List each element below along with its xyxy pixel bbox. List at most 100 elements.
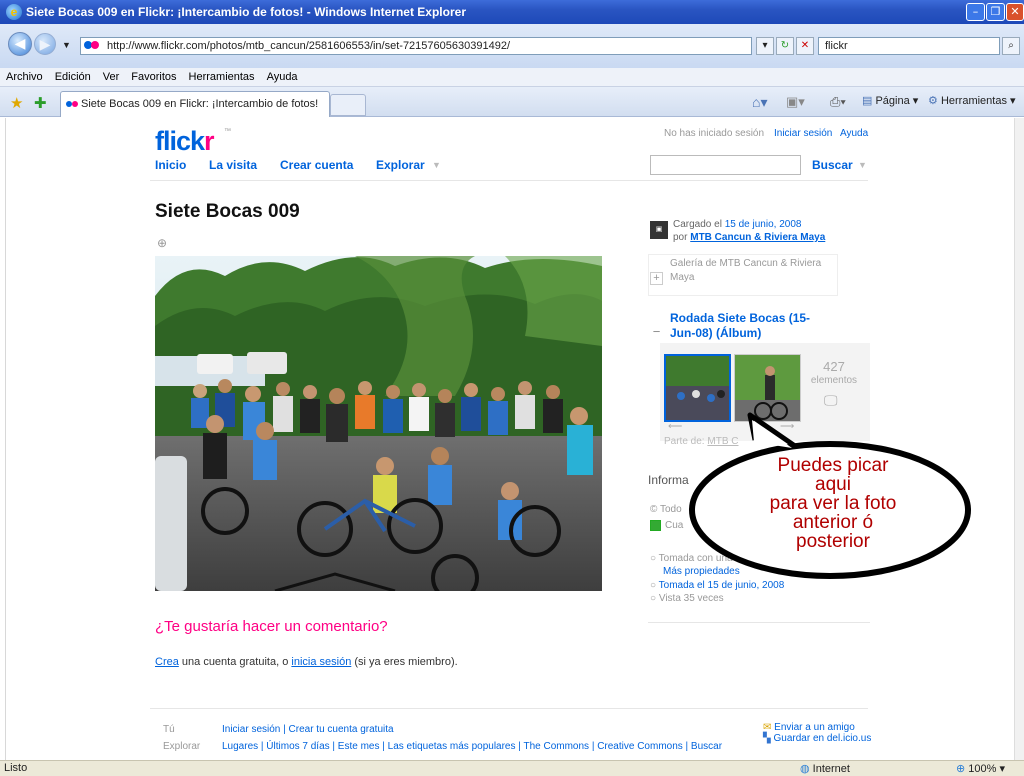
login-link[interactable]: inicia sesión xyxy=(291,656,351,668)
footer-explorar-links[interactable]: Lugares | Últimos 7 días | Este mes | La… xyxy=(222,741,722,752)
globe-icon: ◍ xyxy=(800,763,810,775)
header-divider xyxy=(150,180,868,181)
address-dropdown-button[interactable]: ▾ xyxy=(756,37,774,55)
address-bar[interactable]: http://www.flickr.com/photos/mtb_cancun/… xyxy=(80,37,752,55)
nav-la-visita[interactable]: La visita xyxy=(209,158,257,172)
comment-heading: ¿Te gustaría hacer un comentario? xyxy=(155,618,388,635)
comment-prompt: Crea una cuenta gratuita, o inicia sesió… xyxy=(155,656,458,668)
left-frame-edge xyxy=(0,118,6,760)
delicious-link[interactable]: ▚ Guardar en del.icio.us xyxy=(763,733,871,744)
owner-line: por MTB Cancun & Riviera Maya xyxy=(673,232,826,243)
refresh-button[interactable]: ↻ xyxy=(776,37,794,55)
address-url: http://www.flickr.com/photos/mtb_cancun/… xyxy=(107,40,510,52)
search-icon[interactable]: ⌕ xyxy=(1002,37,1020,55)
gallery-title-2[interactable]: Maya xyxy=(670,272,694,283)
vertical-scrollbar[interactable] xyxy=(1014,118,1024,760)
footer-tu-links[interactable]: Iniciar sesión | Crear tu cuenta gratuit… xyxy=(222,724,394,735)
zoom-level-icon: ⊕ xyxy=(956,763,966,775)
menu-ayuda[interactable]: Ayuda xyxy=(261,68,304,83)
status-bar: Listo xyxy=(0,760,1024,776)
help-link[interactable]: Ayuda xyxy=(840,128,868,139)
window-title: Siete Bocas 009 en Flickr: ¡Intercambio … xyxy=(26,5,466,19)
nav-explorar[interactable]: Explorar xyxy=(376,158,425,172)
footer-explorar-label: Explorar xyxy=(163,741,201,752)
minimize-button[interactable]: – xyxy=(966,3,985,21)
menu-edicion[interactable]: Edición xyxy=(49,68,97,83)
zoom-icon[interactable]: ⊕ xyxy=(157,236,167,250)
print-icon[interactable]: ⎙▾ xyxy=(830,94,846,110)
signin-link[interactable]: Iniciar sesión xyxy=(774,128,832,139)
callout-line-2: aqui xyxy=(815,474,851,495)
album-title-1[interactable]: Rodada Siete Bocas (15- xyxy=(670,311,810,325)
page-icon: ▤ xyxy=(862,95,873,107)
restore-button[interactable]: ❐ xyxy=(986,3,1005,21)
forward-button[interactable]: ▶ xyxy=(34,33,56,55)
page-menu-button[interactable]: ▤ Página ▾ xyxy=(862,94,918,107)
avatar[interactable]: ▣ xyxy=(650,221,668,239)
explorar-dropdown-icon[interactable]: ▼ xyxy=(432,160,441,170)
feeds-icon[interactable]: ▣▾ xyxy=(786,94,805,110)
status-text: Listo xyxy=(4,762,28,774)
flickr-search-input[interactable] xyxy=(650,155,801,175)
window-titlebar: Siete Bocas 009 en Flickr: ¡Intercambio … xyxy=(0,0,1024,24)
back-button[interactable]: ◀ xyxy=(8,32,32,56)
flickr-search-button[interactable]: Buscar xyxy=(812,158,853,172)
main-photo[interactable] xyxy=(155,256,602,591)
delicious-icon: ▚ xyxy=(763,733,771,744)
not-signed-in: No has iniciado sesión xyxy=(664,128,765,139)
album-count-label: elementos xyxy=(810,375,858,386)
callout-line-5: posterior xyxy=(796,531,870,552)
footer-divider xyxy=(150,708,868,709)
new-tab-button[interactable] xyxy=(330,94,366,116)
add-favorites-icon[interactable]: ✚ xyxy=(34,94,47,112)
gear-icon: ⚙ xyxy=(928,95,938,107)
sidebar-divider xyxy=(648,622,870,623)
menu-bar: Archivo Edición Ver Favoritos Herramientas Ay… xyxy=(0,68,1024,87)
menu-herramientas[interactable]: Herramientas xyxy=(183,68,261,83)
callout-line-3: para ver la foto xyxy=(769,493,897,514)
album-count: 427 xyxy=(823,359,845,374)
gallery-title-1[interactable]: Galería de MTB Cancun & Riviera xyxy=(670,258,821,269)
history-dropdown-icon[interactable]: ▼ xyxy=(62,40,71,50)
nav-inicio[interactable]: Inicio xyxy=(155,158,186,172)
cyclists-photo xyxy=(155,256,602,591)
uploaded-date-link[interactable]: 15 de junio, 2008 xyxy=(725,219,802,230)
envelope-icon: ✉ xyxy=(763,722,772,733)
views-line: ○ Vista 35 veces xyxy=(650,593,724,604)
callout-line-4: anterior ó xyxy=(792,512,874,533)
gallery-expand-button[interactable]: + xyxy=(650,272,663,285)
tab-favicon-pink xyxy=(72,101,78,107)
menu-favoritos[interactable]: Favoritos xyxy=(125,68,182,83)
owner-link[interactable]: MTB Cancun & Riviera Maya xyxy=(690,232,825,243)
photo-title: Siete Bocas 009 xyxy=(155,201,300,222)
close-button[interactable]: ✕ xyxy=(1006,3,1024,21)
stop-button[interactable]: ✕ xyxy=(796,37,814,55)
logo-superscript: ™ xyxy=(224,128,231,135)
favorites-star-icon[interactable]: ★ xyxy=(10,94,23,112)
nav-crear-cuenta[interactable]: Crear cuenta xyxy=(280,158,353,172)
flickr-logo[interactable]: flickr xyxy=(155,126,214,157)
home-icon[interactable]: ⌂▾ xyxy=(752,94,767,111)
menu-ver[interactable]: Ver xyxy=(97,68,126,83)
album-title-2[interactable]: Jun-08) (Álbum) xyxy=(670,326,761,340)
tab-flickr[interactable]: Siete Bocas 009 en Flickr: ¡Intercambio … xyxy=(60,91,330,117)
ie-logo-icon: e xyxy=(6,4,22,20)
search-dropdown-icon[interactable]: ▼ xyxy=(858,160,867,170)
menu-archivo[interactable]: Archivo xyxy=(0,68,49,83)
tab-title: Siete Bocas 009 en Flickr: ¡Intercambio … xyxy=(81,98,319,110)
album-collapse-button[interactable]: − xyxy=(650,325,663,339)
search-input[interactable]: flickr xyxy=(818,37,1000,55)
license-icon xyxy=(650,520,661,531)
create-account-link[interactable]: Crea xyxy=(155,656,179,668)
zoom-control[interactable]: ⊕ 100% ▾ xyxy=(956,762,1005,775)
status-zone: ◍ Internet xyxy=(800,763,850,775)
send-friend-link[interactable]: ✉ Enviar a un amigo xyxy=(763,722,855,733)
tools-menu-button[interactable]: ⚙ Herramientas ▾ xyxy=(928,94,1016,107)
favicon-pink-dot xyxy=(91,41,99,49)
footer-tu-label: Tú xyxy=(163,724,175,735)
callout-line-1: Puedes picar xyxy=(777,455,889,476)
slideshow-icon[interactable]: 🖵 xyxy=(824,392,838,409)
rights-line-1: © Todo xyxy=(650,504,682,515)
callout-text: Puedes picar aqui para ver la foto anter… xyxy=(706,456,960,551)
uploaded-line: Cargado el 15 de junio, 2008 xyxy=(673,219,802,230)
